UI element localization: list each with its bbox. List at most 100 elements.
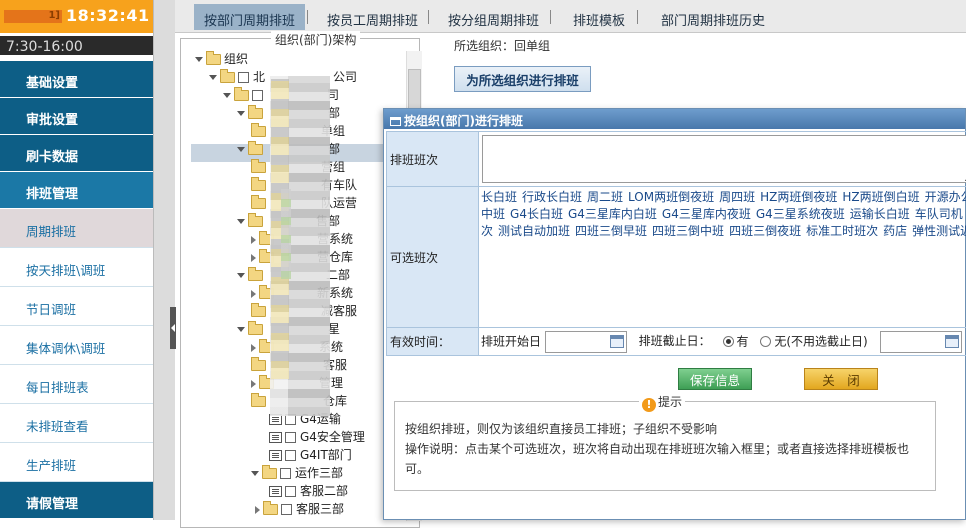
tips-line-2: 操作说明：点击某个可选班次，班次将自动出现在排班班次输入框里；或者直接选择排班模… xyxy=(405,442,910,476)
shift-option[interactable]: G4三星库内夜班 xyxy=(662,207,751,221)
start-date-label: 排班开始日 xyxy=(481,334,542,348)
tab-dept-cycle[interactable]: 按部门周期排班 xyxy=(194,4,306,30)
tree-node[interactable]: 客服二部 xyxy=(269,482,348,500)
shift-options-list: 长白班行政长白班周二班 LOM两班倒夜班周四班 HZ两班倒夜班 HZ两班倒白班开源办公… xyxy=(479,187,966,325)
sidebar-item-section[interactable]: 请假管理 xyxy=(0,482,153,519)
shift-option[interactable]: 开源办公室 xyxy=(925,190,966,204)
shift-options-row: 中班 G4长白班 G4三星库内白班 G4三星库内夜班 G4三星系统夜班 运输长白班 车队司机… xyxy=(481,206,966,223)
end-date-input[interactable] xyxy=(879,330,962,353)
tips-legend: ! 提示 xyxy=(639,393,686,412)
node-checkbox[interactable] xyxy=(285,450,296,461)
folder-icon xyxy=(248,141,263,155)
folder-icon xyxy=(251,159,266,173)
node-checkbox[interactable] xyxy=(281,504,292,515)
shift-option[interactable]: 长白班 xyxy=(481,190,517,204)
shift-option[interactable]: G4长白班 xyxy=(510,207,563,221)
shift-option[interactable]: 四班三倒夜班 xyxy=(729,224,801,238)
has-end-date-radio[interactable] xyxy=(722,336,734,347)
node-checkbox[interactable] xyxy=(285,432,296,443)
dialog-title: 按组织(部门)进行排班 xyxy=(404,114,523,128)
sidebar-item-link[interactable]: 未排班查看 xyxy=(0,404,153,443)
shift-option[interactable]: LOM两班倒夜班 xyxy=(628,190,714,204)
shift-option[interactable]: 弹性测试迟到 xyxy=(912,224,966,238)
sidebar-item-section[interactable]: 排班管理 xyxy=(0,172,153,209)
tree-node[interactable]: 运作三部 xyxy=(251,464,343,482)
folder-icon xyxy=(206,51,221,65)
shift-option[interactable]: 药店 xyxy=(883,224,907,238)
shift-option[interactable]: 行政长白班 xyxy=(522,190,582,204)
selected-org-label: 所选组织：回单组 xyxy=(454,39,551,53)
node-checkbox[interactable] xyxy=(252,90,263,101)
dialog-titlebar[interactable]: 按组织(部门)进行排班 xyxy=(384,109,965,129)
shift-option[interactable]: 四班三倒中班 xyxy=(652,224,724,238)
org-tree-panel: 组织(部门)架构 组织 北公司 司 部 单组 部 营组 有车队 队运营 售部 营… xyxy=(178,31,423,528)
shift-option[interactable]: G4三星系统夜班 xyxy=(756,207,845,221)
start-date-input[interactable] xyxy=(544,330,627,353)
shift-option[interactable]: 测试自动加班 xyxy=(498,224,570,238)
shift-options-row: 长白班行政长白班周二班 LOM两班倒夜班周四班 HZ两班倒夜班 HZ两班倒白班开源办公… xyxy=(481,189,966,206)
folder-icon xyxy=(248,105,263,119)
shift-option[interactable]: 标准工时班次 xyxy=(806,224,878,238)
shift-option[interactable]: 四班三倒早班 xyxy=(575,224,647,238)
node-checkbox[interactable] xyxy=(280,468,291,479)
shift-input[interactable] xyxy=(482,135,966,183)
shift-option[interactable]: 周二班 xyxy=(587,190,623,204)
calendar-icon[interactable] xyxy=(944,334,959,348)
sidebar-item-section[interactable]: 审批设置 xyxy=(0,98,153,135)
window-icon xyxy=(390,117,401,126)
tab-dept-history[interactable]: 部门周期排班历史 xyxy=(651,4,775,30)
schedule-selected-org-button[interactable]: 为所选组织进行排班 xyxy=(454,66,591,92)
node-checkbox[interactable] xyxy=(285,486,296,497)
tree-node[interactable]: 组织 xyxy=(195,50,248,68)
sidebar-item-section[interactable]: 基础设置 xyxy=(0,61,153,98)
clock-time: 18:32:41 xyxy=(66,6,150,25)
end-date-label: 排班截止日： xyxy=(638,334,711,348)
folder-icon xyxy=(248,213,263,227)
tree-node[interactable]: G4IT部门 xyxy=(269,446,352,464)
tab-group-cycle[interactable]: 按分组周期排班 xyxy=(438,4,549,30)
shift-option[interactable]: 运输长白班 xyxy=(850,207,910,221)
list-icon xyxy=(269,450,282,461)
tab-template[interactable]: 排班模板 xyxy=(563,4,635,30)
tree-node[interactable]: 客服三部 xyxy=(255,500,344,518)
tips-box: ! 提示 按组织排班，则仅为该组织直接员工排班；子组织不受影响 操作说明：点击某个… xyxy=(394,393,936,491)
schedule-dialog: 按组织(部门)进行排班 排班班次 可选班次 长白班 行政长白班 周二班 LOM两班倒夜… xyxy=(383,108,966,520)
validity-label: 有效时间： xyxy=(386,327,479,356)
sidebar-item-link[interactable]: 集体调休\调班 xyxy=(0,326,153,365)
sidebar-nav: 基础设置 审批设置 刷卡数据 排班管理 周期排班 按天排班\调班 节日调班 集体调休\调班 每日… xyxy=(0,61,153,519)
folder-icon xyxy=(251,303,266,317)
schedule-form: 排班班次 可选班次 长白班 行政长白班 周二班 LOM两班倒夜班 周四班 HZ两班倒夜班 H… xyxy=(386,131,966,356)
no-end-date-label: 无(不用选截止日) xyxy=(774,334,868,348)
sidebar-item-link[interactable]: 每日排班表 xyxy=(0,365,153,404)
shift-option[interactable]: 车队司机 xyxy=(915,207,963,221)
has-end-date-label: 有 xyxy=(736,334,749,348)
shift-option[interactable]: HZ两班倒夜班 xyxy=(760,190,837,204)
shift-option[interactable]: G4三星库内白班 xyxy=(568,207,657,221)
shift-options-row: 次测试自动加班四班三倒早班四班三倒中班四班三倒夜班标准工时班次药店弹性测试迟到 xyxy=(481,223,966,240)
tab-employee-cycle[interactable]: 按员工周期排班 xyxy=(317,4,428,30)
panel-splitter[interactable] xyxy=(153,0,176,520)
no-end-date-radio[interactable] xyxy=(760,336,772,347)
redacted-prefix: 1] xyxy=(4,10,62,23)
sidebar-item-link[interactable]: 节日调班 xyxy=(0,287,153,326)
shift-option[interactable]: 周四班 xyxy=(719,190,755,204)
sidebar-item-link[interactable]: 生产排班 xyxy=(0,443,153,482)
tab-bar: 按部门周期排班 按员工周期排班 按分组周期排班 排班模板 部门周期排班历史 xyxy=(175,0,966,33)
close-button[interactable]: 关 闭 xyxy=(804,368,878,390)
sidebar-item-section[interactable]: 刷卡数据 xyxy=(0,135,153,172)
folder-icon xyxy=(248,321,263,335)
folder-icon xyxy=(251,195,266,209)
calendar-icon[interactable] xyxy=(609,334,624,348)
sidebar-item-link[interactable]: 周期排班 xyxy=(0,209,153,248)
shift-option[interactable]: 次 xyxy=(481,224,493,238)
collapse-handle-icon[interactable] xyxy=(170,307,176,349)
save-button[interactable]: 保存信息 xyxy=(678,368,752,390)
shift-option[interactable]: 中班 xyxy=(481,207,505,221)
node-checkbox[interactable] xyxy=(238,72,249,83)
folder-icon xyxy=(248,267,263,281)
sidebar: 1] 18:32:41 7:30-16:00 基础设置 审批设置 刷卡数据 排班管理 周期… xyxy=(0,0,153,520)
shift-option[interactable]: HZ两班倒白班 xyxy=(842,190,919,204)
sidebar-item-link[interactable]: 按天排班\调班 xyxy=(0,248,153,287)
folder-icon xyxy=(251,123,266,137)
tree-node[interactable]: G4安全管理 xyxy=(269,428,365,446)
